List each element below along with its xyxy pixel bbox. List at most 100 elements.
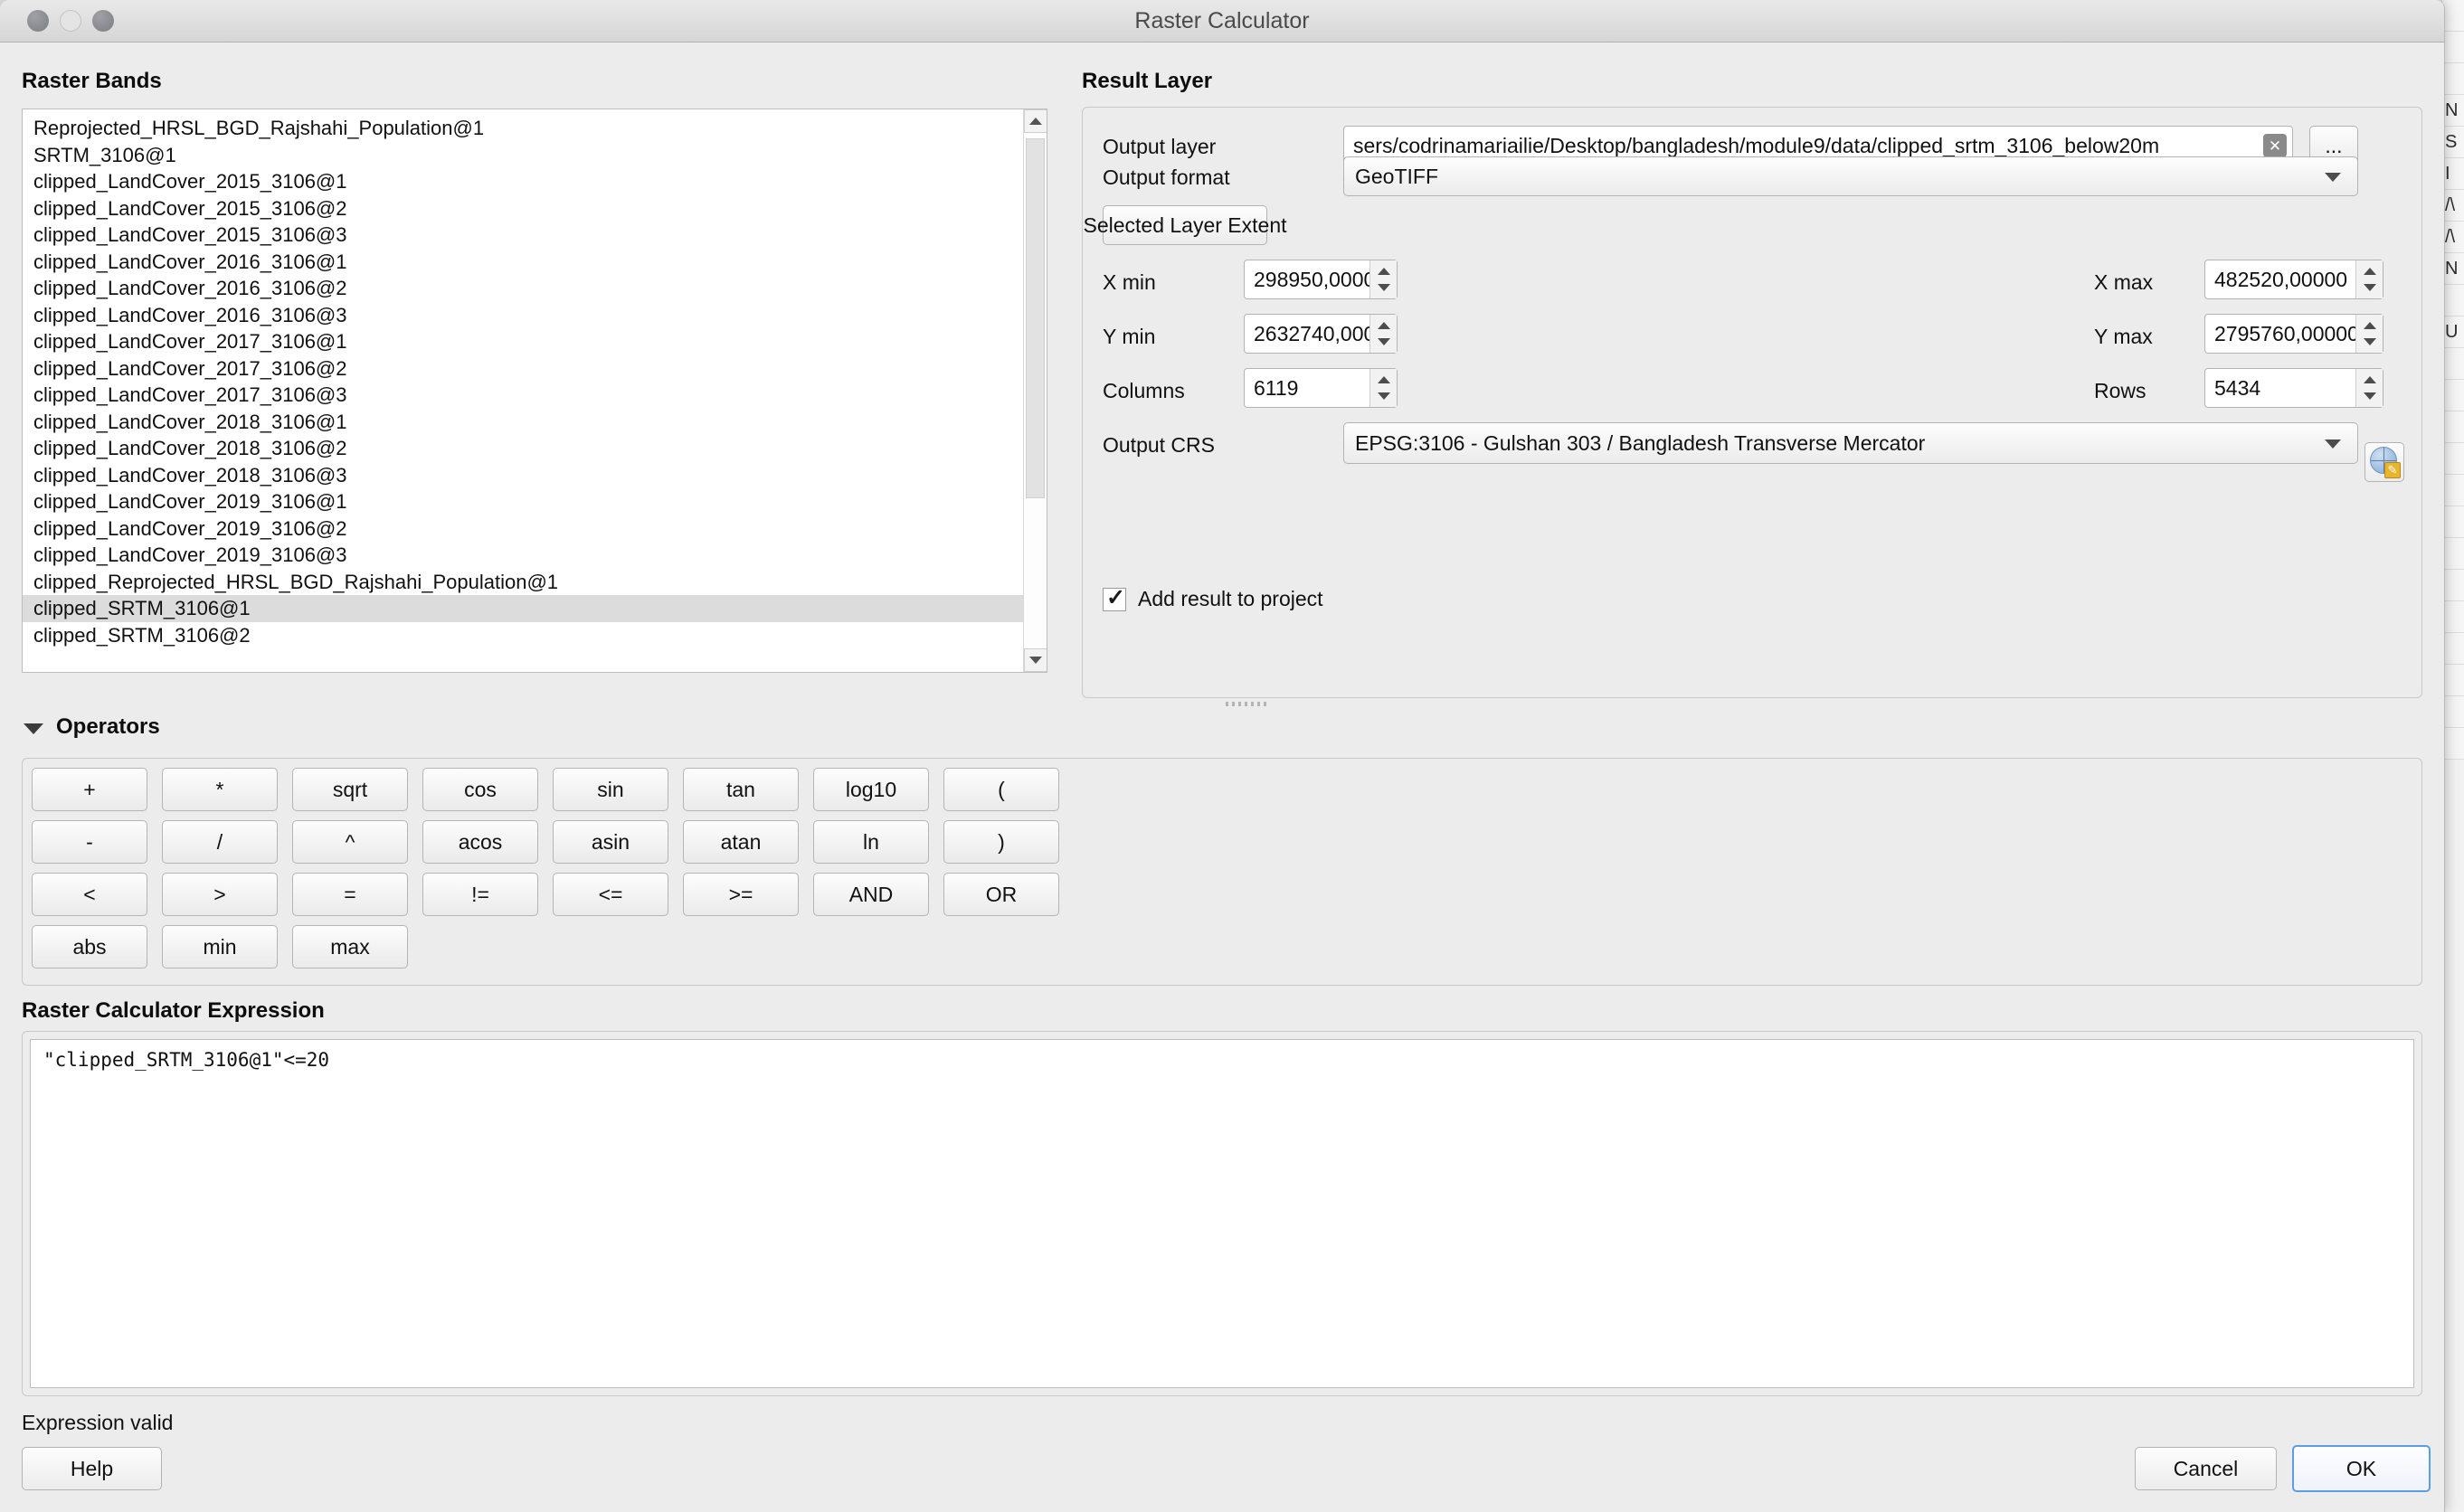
x-max-stepper[interactable] xyxy=(2355,260,2383,298)
operator-button[interactable]: ln xyxy=(813,820,929,864)
background-row xyxy=(2442,443,2464,475)
raster-band-item[interactable]: clipped_LandCover_2019_3106@1 xyxy=(23,488,1023,515)
background-row xyxy=(2442,601,2464,633)
raster-band-item[interactable]: clipped_LandCover_2018_3106@1 xyxy=(23,409,1023,436)
operator-button[interactable]: - xyxy=(32,820,147,864)
raster-band-item[interactable]: Reprojected_HRSL_BGD_Rajshahi_Population… xyxy=(23,115,1023,142)
x-min-spinbox[interactable]: 298950,00000 xyxy=(1244,260,1398,299)
scroll-up-arrow-icon[interactable] xyxy=(1024,109,1047,133)
operator-button[interactable]: * xyxy=(162,768,278,811)
operator-button[interactable]: = xyxy=(292,873,408,916)
raster-band-item[interactable]: clipped_LandCover_2018_3106@3 xyxy=(23,462,1023,489)
rows-spinbox[interactable]: 5434 xyxy=(2204,368,2383,408)
operator-button[interactable]: != xyxy=(422,873,538,916)
y-min-stepper[interactable] xyxy=(1369,315,1397,353)
raster-bands-title: Raster Bands xyxy=(22,69,162,93)
operator-button[interactable]: OR xyxy=(943,873,1059,916)
background-row xyxy=(2442,0,2464,32)
resize-grip[interactable] xyxy=(1226,702,1267,706)
operator-button[interactable]: acos xyxy=(422,820,538,864)
chevron-down-icon xyxy=(2325,173,2341,182)
raster-band-item[interactable]: clipped_LandCover_2015_3106@2 xyxy=(23,195,1023,222)
columns-label: Columns xyxy=(1103,379,1185,402)
raster-band-item[interactable]: clipped_LandCover_2017_3106@3 xyxy=(23,382,1023,409)
raster-band-item[interactable]: clipped_LandCover_2018_3106@2 xyxy=(23,435,1023,462)
scrollbar-thumb[interactable] xyxy=(1026,138,1045,498)
raster-band-item[interactable]: clipped_LandCover_2015_3106@1 xyxy=(23,168,1023,195)
x-min-stepper[interactable] xyxy=(1369,260,1397,298)
x-max-spinbox[interactable]: 482520,00000 xyxy=(2204,260,2383,299)
collapse-operators-icon[interactable] xyxy=(24,723,43,734)
operator-button[interactable]: <= xyxy=(553,873,668,916)
scroll-down-arrow-icon[interactable] xyxy=(1024,648,1047,672)
operator-button[interactable]: ( xyxy=(943,768,1059,811)
raster-band-item[interactable]: clipped_Reprojected_HRSL_BGD_Rajshahi_Po… xyxy=(23,569,1023,596)
help-button[interactable]: Help xyxy=(22,1447,162,1490)
clear-icon[interactable]: ✕ xyxy=(2263,134,2287,157)
background-row xyxy=(2442,380,2464,411)
operator-button[interactable]: AND xyxy=(813,873,929,916)
operator-button[interactable]: asin xyxy=(553,820,668,864)
raster-band-item[interactable]: clipped_LandCover_2016_3106@3 xyxy=(23,302,1023,329)
background-row xyxy=(2442,475,2464,506)
raster-band-item[interactable]: clipped_SRTM_3106@2 xyxy=(23,622,1023,649)
add-result-checkbox[interactable] xyxy=(1103,584,1126,611)
operator-button[interactable]: sin xyxy=(553,768,668,811)
operator-button[interactable]: ) xyxy=(943,820,1059,864)
x-max-value: 482520,00000 xyxy=(2214,267,2348,291)
selected-layer-extent-button[interactable]: Selected Layer Extent xyxy=(1083,205,1287,245)
columns-value: 6119 xyxy=(1254,375,1299,400)
x-min-value: 298950,00000 xyxy=(1254,267,1369,291)
operator-button[interactable]: tan xyxy=(683,768,799,811)
operator-button[interactable]: + xyxy=(32,768,147,811)
y-max-stepper[interactable] xyxy=(2355,315,2383,353)
add-result-to-project-row[interactable]: Add result to project xyxy=(1103,584,1323,611)
raster-band-item[interactable]: SRTM_3106@1 xyxy=(23,142,1023,169)
title-bar: Raster Calculator xyxy=(0,0,2444,43)
select-crs-button[interactable]: ✎ xyxy=(2364,442,2404,482)
raster-band-item[interactable]: clipped_LandCover_2019_3106@3 xyxy=(23,542,1023,569)
operator-button[interactable]: >= xyxy=(683,873,799,916)
operator-button[interactable]: log10 xyxy=(813,768,929,811)
output-crs-combobox[interactable]: EPSG:3106 - Gulshan 303 / Bangladesh Tra… xyxy=(1343,422,2358,464)
ok-button[interactable]: OK xyxy=(2292,1445,2431,1492)
operator-button[interactable]: cos xyxy=(422,768,538,811)
operator-button[interactable]: / xyxy=(162,820,278,864)
background-row: I xyxy=(2442,158,2464,190)
operator-button[interactable]: ^ xyxy=(292,820,408,864)
raster-band-item[interactable]: clipped_LandCover_2017_3106@2 xyxy=(23,355,1023,383)
raster-band-item[interactable]: clipped_LandCover_2015_3106@3 xyxy=(23,222,1023,249)
operator-button[interactable]: sqrt xyxy=(292,768,408,811)
background-row xyxy=(2442,32,2464,63)
background-row: N xyxy=(2442,95,2464,127)
background-row: S xyxy=(2442,127,2464,158)
output-format-combobox[interactable]: GeoTIFF xyxy=(1343,156,2358,196)
operator-button[interactable]: > xyxy=(162,873,278,916)
raster-bands-list[interactable]: Reprojected_HRSL_BGD_Rajshahi_Population… xyxy=(22,109,1047,673)
raster-bands-scrollbar[interactable] xyxy=(1023,109,1047,672)
operator-button[interactable]: max xyxy=(292,925,408,969)
pencil-icon: ✎ xyxy=(2384,462,2401,478)
rows-value: 5434 xyxy=(2214,375,2261,400)
raster-band-item[interactable]: clipped_LandCover_2019_3106@2 xyxy=(23,515,1023,543)
background-row xyxy=(2442,285,2464,317)
operator-button[interactable]: atan xyxy=(683,820,799,864)
operator-button[interactable]: < xyxy=(32,873,147,916)
raster-band-item[interactable]: clipped_SRTM_3106@1 xyxy=(23,595,1023,622)
raster-band-item[interactable]: clipped_LandCover_2016_3106@2 xyxy=(23,275,1023,302)
operators-group: + * sqrt cos sin tan log10 ( - / ^ acos asin atan ln) <… xyxy=(22,758,2422,986)
raster-band-item[interactable]: clipped_LandCover_2016_3106@1 xyxy=(23,249,1023,276)
expression-textarea[interactable]: "clipped_SRTM_3106@1"<=20 xyxy=(30,1039,2414,1388)
cancel-button[interactable]: Cancel xyxy=(2135,1447,2277,1490)
raster-band-item[interactable]: clipped_LandCover_2017_3106@1 xyxy=(23,328,1023,355)
rows-stepper[interactable] xyxy=(2355,369,2383,407)
y-max-spinbox[interactable]: 2795760,00000 xyxy=(2204,314,2383,354)
y-min-spinbox[interactable]: 2632740,00000 xyxy=(1244,314,1398,354)
operator-button[interactable]: min xyxy=(162,925,278,969)
background-row: /\ xyxy=(2442,190,2464,222)
operator-button[interactable]: abs xyxy=(32,925,147,969)
columns-stepper[interactable] xyxy=(1369,369,1397,407)
background-row xyxy=(2442,348,2464,380)
output-crs-value: EPSG:3106 - Gulshan 303 / Bangladesh Tra… xyxy=(1355,430,1926,455)
columns-spinbox[interactable]: 6119 xyxy=(1244,368,1398,408)
